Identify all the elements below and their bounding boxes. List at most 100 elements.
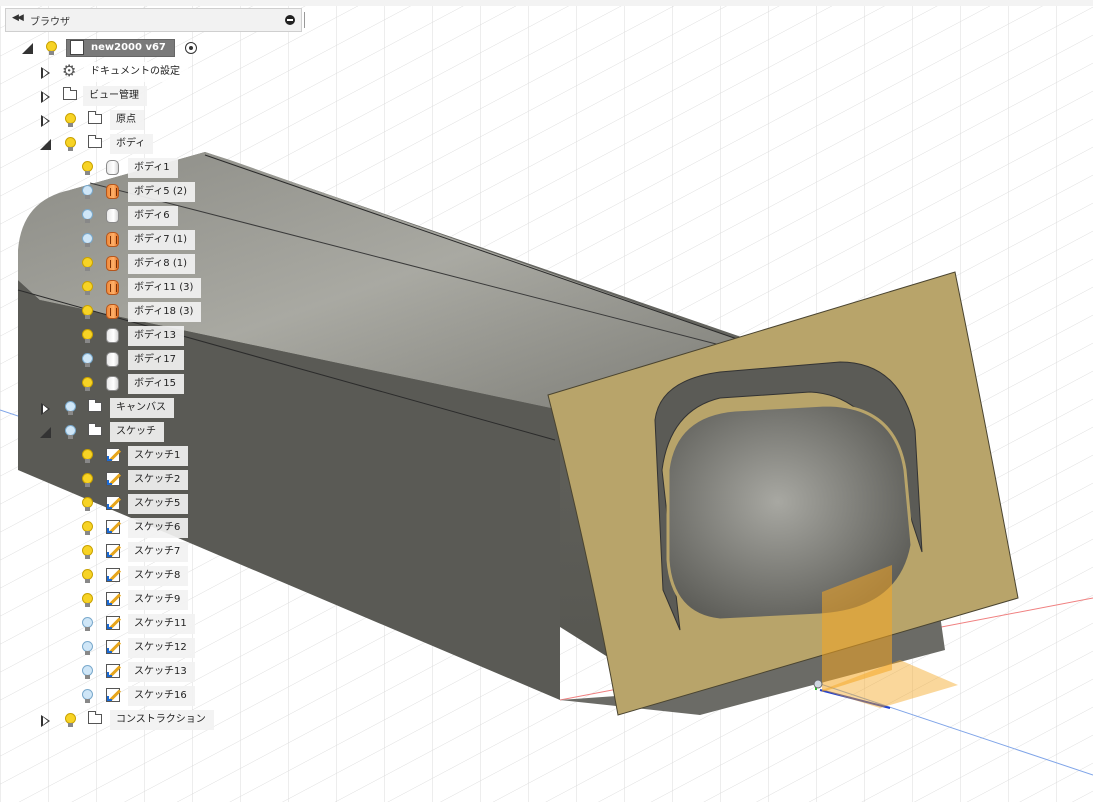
tree-item-label: 原点: [110, 110, 144, 130]
visibility-bulb-icon[interactable]: [82, 305, 93, 319]
tree-item-body[interactable]: ボディ1: [78, 158, 178, 178]
tree-item-origin[interactable]: 原点: [38, 110, 148, 130]
expand-triangle-icon[interactable]: [41, 67, 50, 79]
panel-minimize-icon[interactable]: [285, 15, 295, 25]
visibility-bulb-icon[interactable]: [82, 569, 93, 583]
browser-title: ブラウザ: [30, 17, 70, 28]
tree-item-label: キャンバス: [110, 398, 174, 418]
folder-icon: [88, 711, 102, 724]
sketch-icon: [106, 520, 120, 534]
tree-item-document-settings[interactable]: ⚙ ドキュメントの設定: [38, 62, 188, 82]
visibility-bulb-icon[interactable]: [82, 545, 93, 559]
sketch-icon: [106, 568, 120, 582]
visibility-bulb-icon[interactable]: [82, 617, 93, 631]
tree-item-sketch[interactable]: スケッチ13: [78, 662, 195, 682]
tree-item-bodies-folder[interactable]: ボディ: [38, 134, 154, 154]
visibility-bulb-icon[interactable]: [82, 473, 93, 487]
tree-item-sketch[interactable]: スケッチ2: [78, 470, 189, 490]
tree-item-sketch[interactable]: スケッチ12: [78, 638, 195, 658]
visibility-bulb-icon[interactable]: [82, 185, 93, 199]
visibility-bulb-icon[interactable]: [82, 641, 93, 655]
tree-item-sketch[interactable]: スケッチ7: [78, 542, 189, 562]
visibility-bulb-icon[interactable]: [82, 161, 93, 175]
visibility-bulb-icon[interactable]: [82, 329, 93, 343]
expand-triangle-icon[interactable]: [41, 403, 50, 415]
tree-item-label: ビュー管理: [83, 86, 147, 106]
solid-body-icon: [106, 280, 119, 295]
expand-triangle-icon[interactable]: [41, 715, 50, 727]
visibility-bulb-icon[interactable]: [82, 233, 93, 247]
expand-triangle-icon[interactable]: [41, 115, 50, 127]
visibility-bulb-icon[interactable]: [82, 449, 93, 463]
visibility-bulb-icon[interactable]: [65, 713, 76, 727]
tree-item-body[interactable]: ボディ5 (2): [78, 182, 196, 202]
tree-item-sketch[interactable]: スケッチ9: [78, 590, 189, 610]
tree-item-sketch[interactable]: スケッチ8: [78, 566, 189, 586]
tree-item-sketch[interactable]: スケッチ1: [78, 446, 189, 466]
visibility-bulb-icon[interactable]: [65, 137, 76, 151]
tree-item-label: ボディ5 (2): [128, 182, 196, 202]
tree-item-canvas[interactable]: キャンバス: [38, 398, 174, 418]
tree-item-body[interactable]: ボディ17: [78, 350, 185, 370]
gear-icon: ⚙: [62, 61, 77, 80]
folder-icon: [88, 399, 102, 412]
visibility-bulb-icon[interactable]: [82, 593, 93, 607]
collapse-panel-icon[interactable]: ◀◀: [12, 13, 24, 23]
visibility-bulb-icon[interactable]: [46, 41, 57, 55]
sketch-icon: [106, 688, 120, 702]
visibility-bulb-icon[interactable]: [65, 425, 76, 439]
tree-item-label: スケッチ7: [128, 542, 189, 562]
tree-item-sketches-folder[interactable]: スケッチ: [38, 422, 164, 442]
collapse-triangle-icon[interactable]: [40, 427, 51, 438]
tree-item-construction[interactable]: コンストラクション: [38, 710, 214, 730]
tree-item-body[interactable]: ボディ13: [78, 326, 185, 346]
tree-item-label: ボディ8 (1): [128, 254, 196, 274]
solid-body-icon: [106, 328, 119, 343]
sketch-icon: [106, 592, 120, 606]
collapse-triangle-icon[interactable]: [22, 43, 33, 54]
tree-item-body[interactable]: ボディ6: [78, 206, 178, 226]
tree-item-sketch[interactable]: スケッチ5: [78, 494, 189, 514]
tree-item-body[interactable]: ボディ8 (1): [78, 254, 196, 274]
visibility-bulb-icon[interactable]: [82, 353, 93, 367]
expand-triangle-icon[interactable]: [41, 91, 50, 103]
tree-item-view-management[interactable]: ビュー管理: [38, 86, 158, 106]
visibility-bulb-icon[interactable]: [65, 113, 76, 127]
visibility-bulb-icon[interactable]: [82, 209, 93, 223]
visibility-bulb-icon[interactable]: [82, 257, 93, 271]
visibility-bulb-icon[interactable]: [82, 497, 93, 511]
sketch-icon: [106, 664, 120, 678]
folder-icon: [88, 111, 102, 124]
folder-icon: [63, 87, 77, 100]
collapse-triangle-icon[interactable]: [40, 139, 51, 150]
tree-item-body[interactable]: ボディ15: [78, 374, 185, 394]
tree-item-body[interactable]: ボディ7 (1): [78, 230, 196, 250]
solid-body-icon: [106, 232, 119, 247]
tree-item-label: スケッチ11: [128, 614, 195, 634]
tree-item-label: スケッチ8: [128, 566, 189, 586]
sketch-icon: [106, 496, 120, 510]
tree-item-sketch[interactable]: スケッチ11: [78, 614, 195, 634]
tree-item-body[interactable]: ボディ11 (3): [78, 278, 202, 298]
sketch-icon: [106, 448, 120, 462]
tree-root-row[interactable]: new2000 v67: [20, 38, 205, 58]
visibility-bulb-icon[interactable]: [82, 665, 93, 679]
tree-item-sketch[interactable]: スケッチ6: [78, 518, 189, 538]
activate-component-radio[interactable]: [185, 42, 197, 54]
panel-resize-grip[interactable]: [304, 12, 305, 28]
tree-item-label: ボディ13: [128, 326, 185, 346]
visibility-bulb-icon[interactable]: [82, 377, 93, 391]
solid-body-icon: [106, 352, 119, 367]
sketch-icon: [106, 544, 120, 558]
sketch-icon: [106, 616, 120, 630]
visibility-bulb-icon[interactable]: [65, 401, 76, 415]
tree-item-label: ボディ1: [128, 158, 178, 178]
visibility-bulb-icon[interactable]: [82, 281, 93, 295]
tree-item-sketch[interactable]: スケッチ16: [78, 686, 195, 706]
visibility-bulb-icon[interactable]: [82, 521, 93, 535]
visibility-bulb-icon[interactable]: [82, 689, 93, 703]
solid-body-icon: [106, 208, 119, 223]
tree-item-label: ボディ7 (1): [128, 230, 196, 250]
tree-item-body[interactable]: ボディ18 (3): [78, 302, 202, 322]
tree-item-label: ボディ18 (3): [128, 302, 202, 322]
